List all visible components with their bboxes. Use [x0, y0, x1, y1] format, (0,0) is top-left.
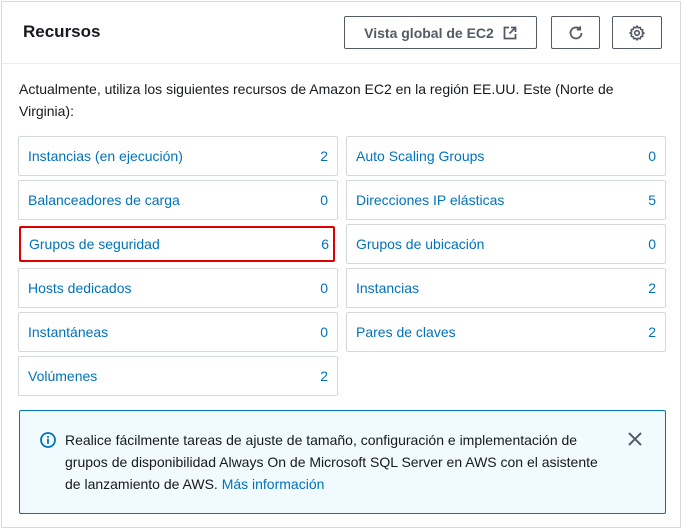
resource-tile-dedicated-hosts[interactable]: Hosts dedicados 0: [18, 268, 338, 308]
resource-label: Hosts dedicados: [28, 280, 132, 296]
resource-tile-placement-groups[interactable]: Grupos de ubicación 0: [346, 224, 666, 264]
resource-label: Auto Scaling Groups: [356, 148, 485, 164]
refresh-button[interactable]: [551, 16, 600, 49]
info-message: Realice fácilmente tareas de ajuste de t…: [65, 429, 605, 495]
resource-count: 2: [648, 280, 656, 296]
resource-label: Instantáneas: [28, 324, 109, 340]
ec2-global-view-button[interactable]: Vista global de EC2: [344, 16, 537, 49]
resource-label: Grupos de ubicación: [356, 236, 485, 252]
resource-count: 0: [320, 192, 328, 208]
resource-tile-load-balancers[interactable]: Balanceadores de carga 0: [18, 180, 338, 220]
resource-count: 0: [648, 148, 656, 164]
resource-label: Instancias: [356, 280, 420, 296]
resource-count: 0: [648, 236, 656, 252]
resource-count: 5: [648, 192, 656, 208]
resource-count: 2: [320, 148, 328, 164]
resources-panel: Recursos Vista global de EC2 Actualmente…: [1, 1, 681, 528]
resource-count: 0: [320, 324, 328, 340]
ec2-global-view-label: Vista global de EC2: [364, 24, 494, 41]
panel-header: Recursos Vista global de EC2: [2, 2, 680, 64]
resource-tile-auto-scaling-groups[interactable]: Auto Scaling Groups 0: [346, 136, 666, 176]
resource-label: Balanceadores de carga: [28, 192, 180, 208]
gear-icon: [629, 24, 645, 41]
settings-button[interactable]: [612, 16, 662, 49]
resource-label: Grupos de seguridad: [29, 236, 160, 252]
info-message-text: Realice fácilmente tareas de ajuste de t…: [65, 432, 598, 492]
resource-tile-elastic-ips[interactable]: Direcciones IP elásticas 5: [346, 180, 666, 220]
refresh-icon: [568, 25, 584, 41]
resource-tile-security-groups[interactable]: Grupos de seguridad 6: [19, 226, 335, 262]
info-alert: Realice fácilmente tareas de ajuste de t…: [19, 410, 666, 514]
resource-label: Direcciones IP elásticas: [356, 192, 505, 208]
external-link-icon: [503, 26, 517, 40]
resource-tile-key-pairs[interactable]: Pares de claves 2: [346, 312, 666, 352]
resource-label: Volúmenes: [28, 368, 98, 384]
resource-count: 6: [321, 236, 329, 252]
close-icon[interactable]: [627, 431, 643, 452]
resource-count: 2: [320, 368, 328, 384]
panel-title: Recursos: [23, 22, 101, 41]
resource-count: 0: [320, 280, 328, 296]
resource-tile-volumes[interactable]: Volúmenes 2: [18, 356, 338, 396]
resource-label: Pares de claves: [356, 324, 456, 340]
resource-tile-instances[interactable]: Instancias 2: [346, 268, 666, 308]
learn-more-link[interactable]: Más información: [222, 476, 325, 492]
resource-tile-running-instances[interactable]: Instancias (en ejecución) 2: [18, 136, 338, 176]
resource-count: 2: [648, 324, 656, 340]
info-icon: [40, 432, 56, 453]
resource-label: Instancias (en ejecución): [28, 148, 183, 164]
resource-tile-snapshots[interactable]: Instantáneas 0: [18, 312, 338, 352]
resources-description: Actualmente, utiliza los siguientes recu…: [19, 81, 614, 119]
